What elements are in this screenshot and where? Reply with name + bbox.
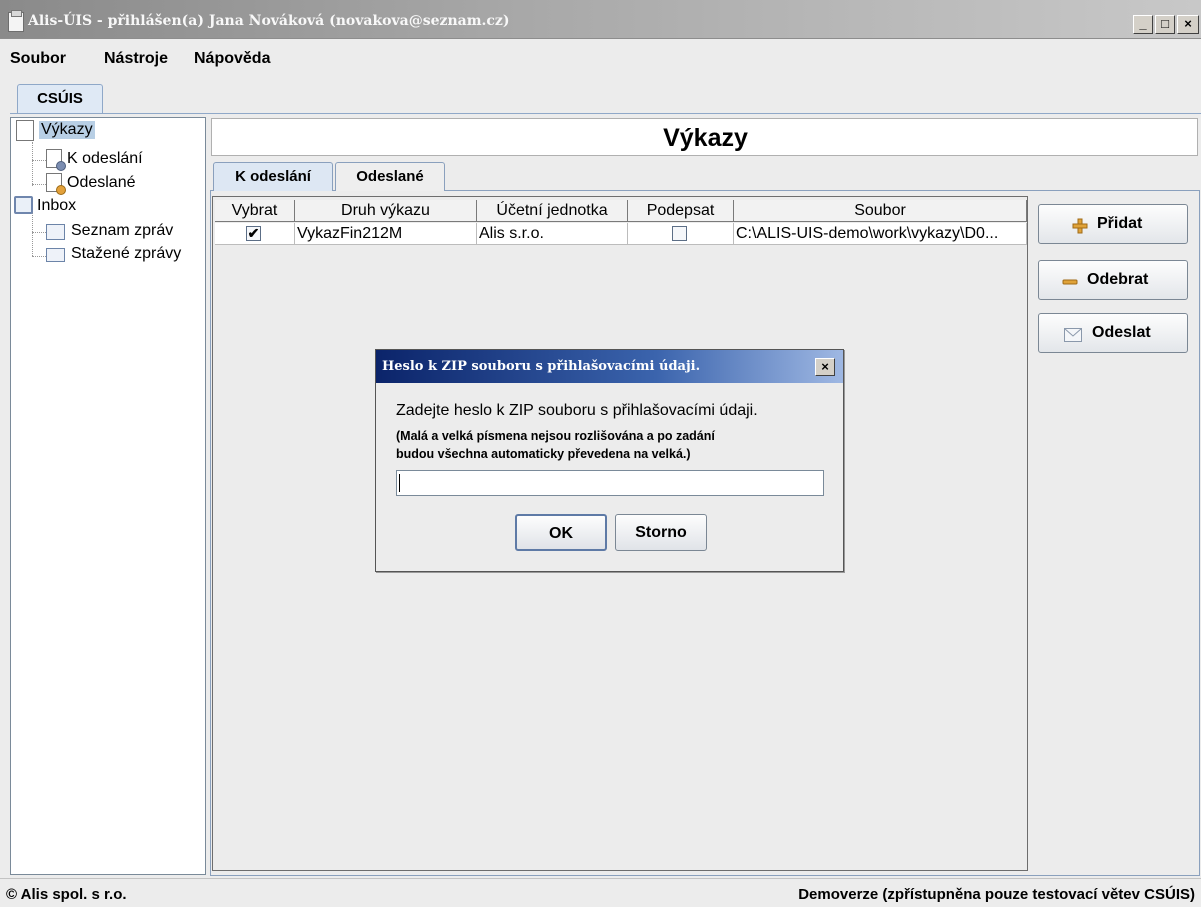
message-list-icon [46,224,65,240]
plus-icon [1072,218,1088,234]
tab-underline [10,113,1201,114]
select-checkbox[interactable]: ✔ [246,226,261,241]
window-title-bar[interactable]: Alis-ÚIS - přihlášen(a) Jana Nováková (n… [0,0,1201,39]
app-icon [8,10,24,32]
document-clock-icon [46,149,66,171]
column-header-druh[interactable]: Druh výkazu [295,200,477,222]
column-header-podepsat[interactable]: Podepsat [628,200,734,222]
text-caret [399,474,400,492]
envelope-icon [1064,328,1082,342]
dialog-close-button[interactable]: × [815,358,835,376]
sign-checkbox[interactable] [672,226,687,241]
tab-odeslane[interactable]: Odeslané [335,162,445,191]
cancel-button[interactable]: Storno [615,514,707,551]
tree-item-label: Stažené zprávy [71,245,182,262]
page-title: Výkazy [663,124,748,152]
tree-item-k-odeslani[interactable]: K odeslání [11,148,205,171]
tree-item-label: Odeslané [67,174,136,191]
remove-button[interactable]: Odebrat [1038,260,1188,300]
page-header: Výkazy [211,118,1198,156]
cell-jednotka: Alis s.r.o. [477,223,628,245]
cell-druh: VykazFin212M [295,223,477,245]
dialog-note-line-1: (Malá a velká písmena nejsou rozlišována… [396,429,715,443]
dialog-prompt: Zadejte heslo k ZIP souboru s přihlašova… [396,402,758,419]
menu-soubor[interactable]: Soubor [10,50,66,68]
column-header-vybrat[interactable]: Vybrat [215,200,295,222]
minimize-button[interactable]: _ [1133,15,1153,34]
dialog-title-bar[interactable]: Heslo k ZIP souboru s přihlašovacími úda… [376,350,843,383]
cell-podepsat [628,223,734,245]
send-button[interactable]: Odeslat [1038,313,1188,353]
document-sent-icon [46,173,66,195]
add-button-label: Přidat [1097,215,1143,232]
password-dialog: Heslo k ZIP souboru s přihlašovacími úda… [375,349,844,572]
add-button[interactable]: Přidat [1038,204,1188,244]
tree-item-inbox[interactable]: Inbox [11,195,205,217]
tree-item-odeslane[interactable]: Odeslané [11,172,205,195]
window-title: Alis-ÚIS - přihlášen(a) Jana Nováková (n… [28,13,510,29]
copyright-text: © Alis spol. s r.o. [6,886,127,903]
dialog-title: Heslo k ZIP souboru s přihlašovacími úda… [382,359,701,374]
menu-nastroje[interactable]: Nástroje [104,50,168,68]
document-icon [16,120,34,141]
tree-item-label: Inbox [37,197,77,214]
column-header-jednotka[interactable]: Účetní jednotka [477,200,628,222]
menu-bar: Soubor Nástroje Nápověda [0,40,1201,76]
tab-csuis[interactable]: CSÚIS [17,84,103,114]
demo-notice: Demoverze (zpřístupněna pouze testovací … [798,886,1195,903]
menu-napoveda[interactable]: Nápověda [194,50,270,68]
cell-soubor: C:\ALIS-UIS-demo\work\vykazy\D0... [734,223,1027,245]
tree-item-label: K odeslání [67,150,143,167]
navigation-tree: Výkazy K odeslání Odeslané Inbox Seznam … [10,117,206,875]
cell-vybrat: ✔ [215,223,295,245]
close-button[interactable]: × [1177,15,1199,34]
maximize-button[interactable]: □ [1155,15,1175,34]
status-bar: © Alis spol. s r.o. Demoverze (zpřístupn… [0,878,1201,907]
password-input[interactable] [396,470,824,496]
column-header-soubor[interactable]: Soubor [734,200,1027,222]
tab-k-odeslani[interactable]: K odeslání [213,162,333,191]
ok-button[interactable]: OK [515,514,607,551]
remove-button-label: Odebrat [1087,271,1149,288]
minus-icon [1062,279,1078,285]
dialog-note-line-2: budou všechna automaticky převedena na v… [396,447,691,461]
table-row[interactable]: ✔ VykazFin212M Alis s.r.o. C:\ALIS-UIS-d… [215,223,1027,245]
send-button-label: Odeslat [1092,324,1151,341]
tree-item-label: Seznam zpráv [71,222,174,239]
tree-item-stazene-zpravy[interactable]: Stažené zprávy [11,243,205,265]
download-envelope-icon [46,248,65,262]
tree-item-label: Výkazy [39,121,95,139]
tree-item-vykazy[interactable]: Výkazy [11,119,205,141]
inbox-icon [14,196,33,214]
tree-item-seznam-zprav[interactable]: Seznam zpráv [11,220,205,242]
